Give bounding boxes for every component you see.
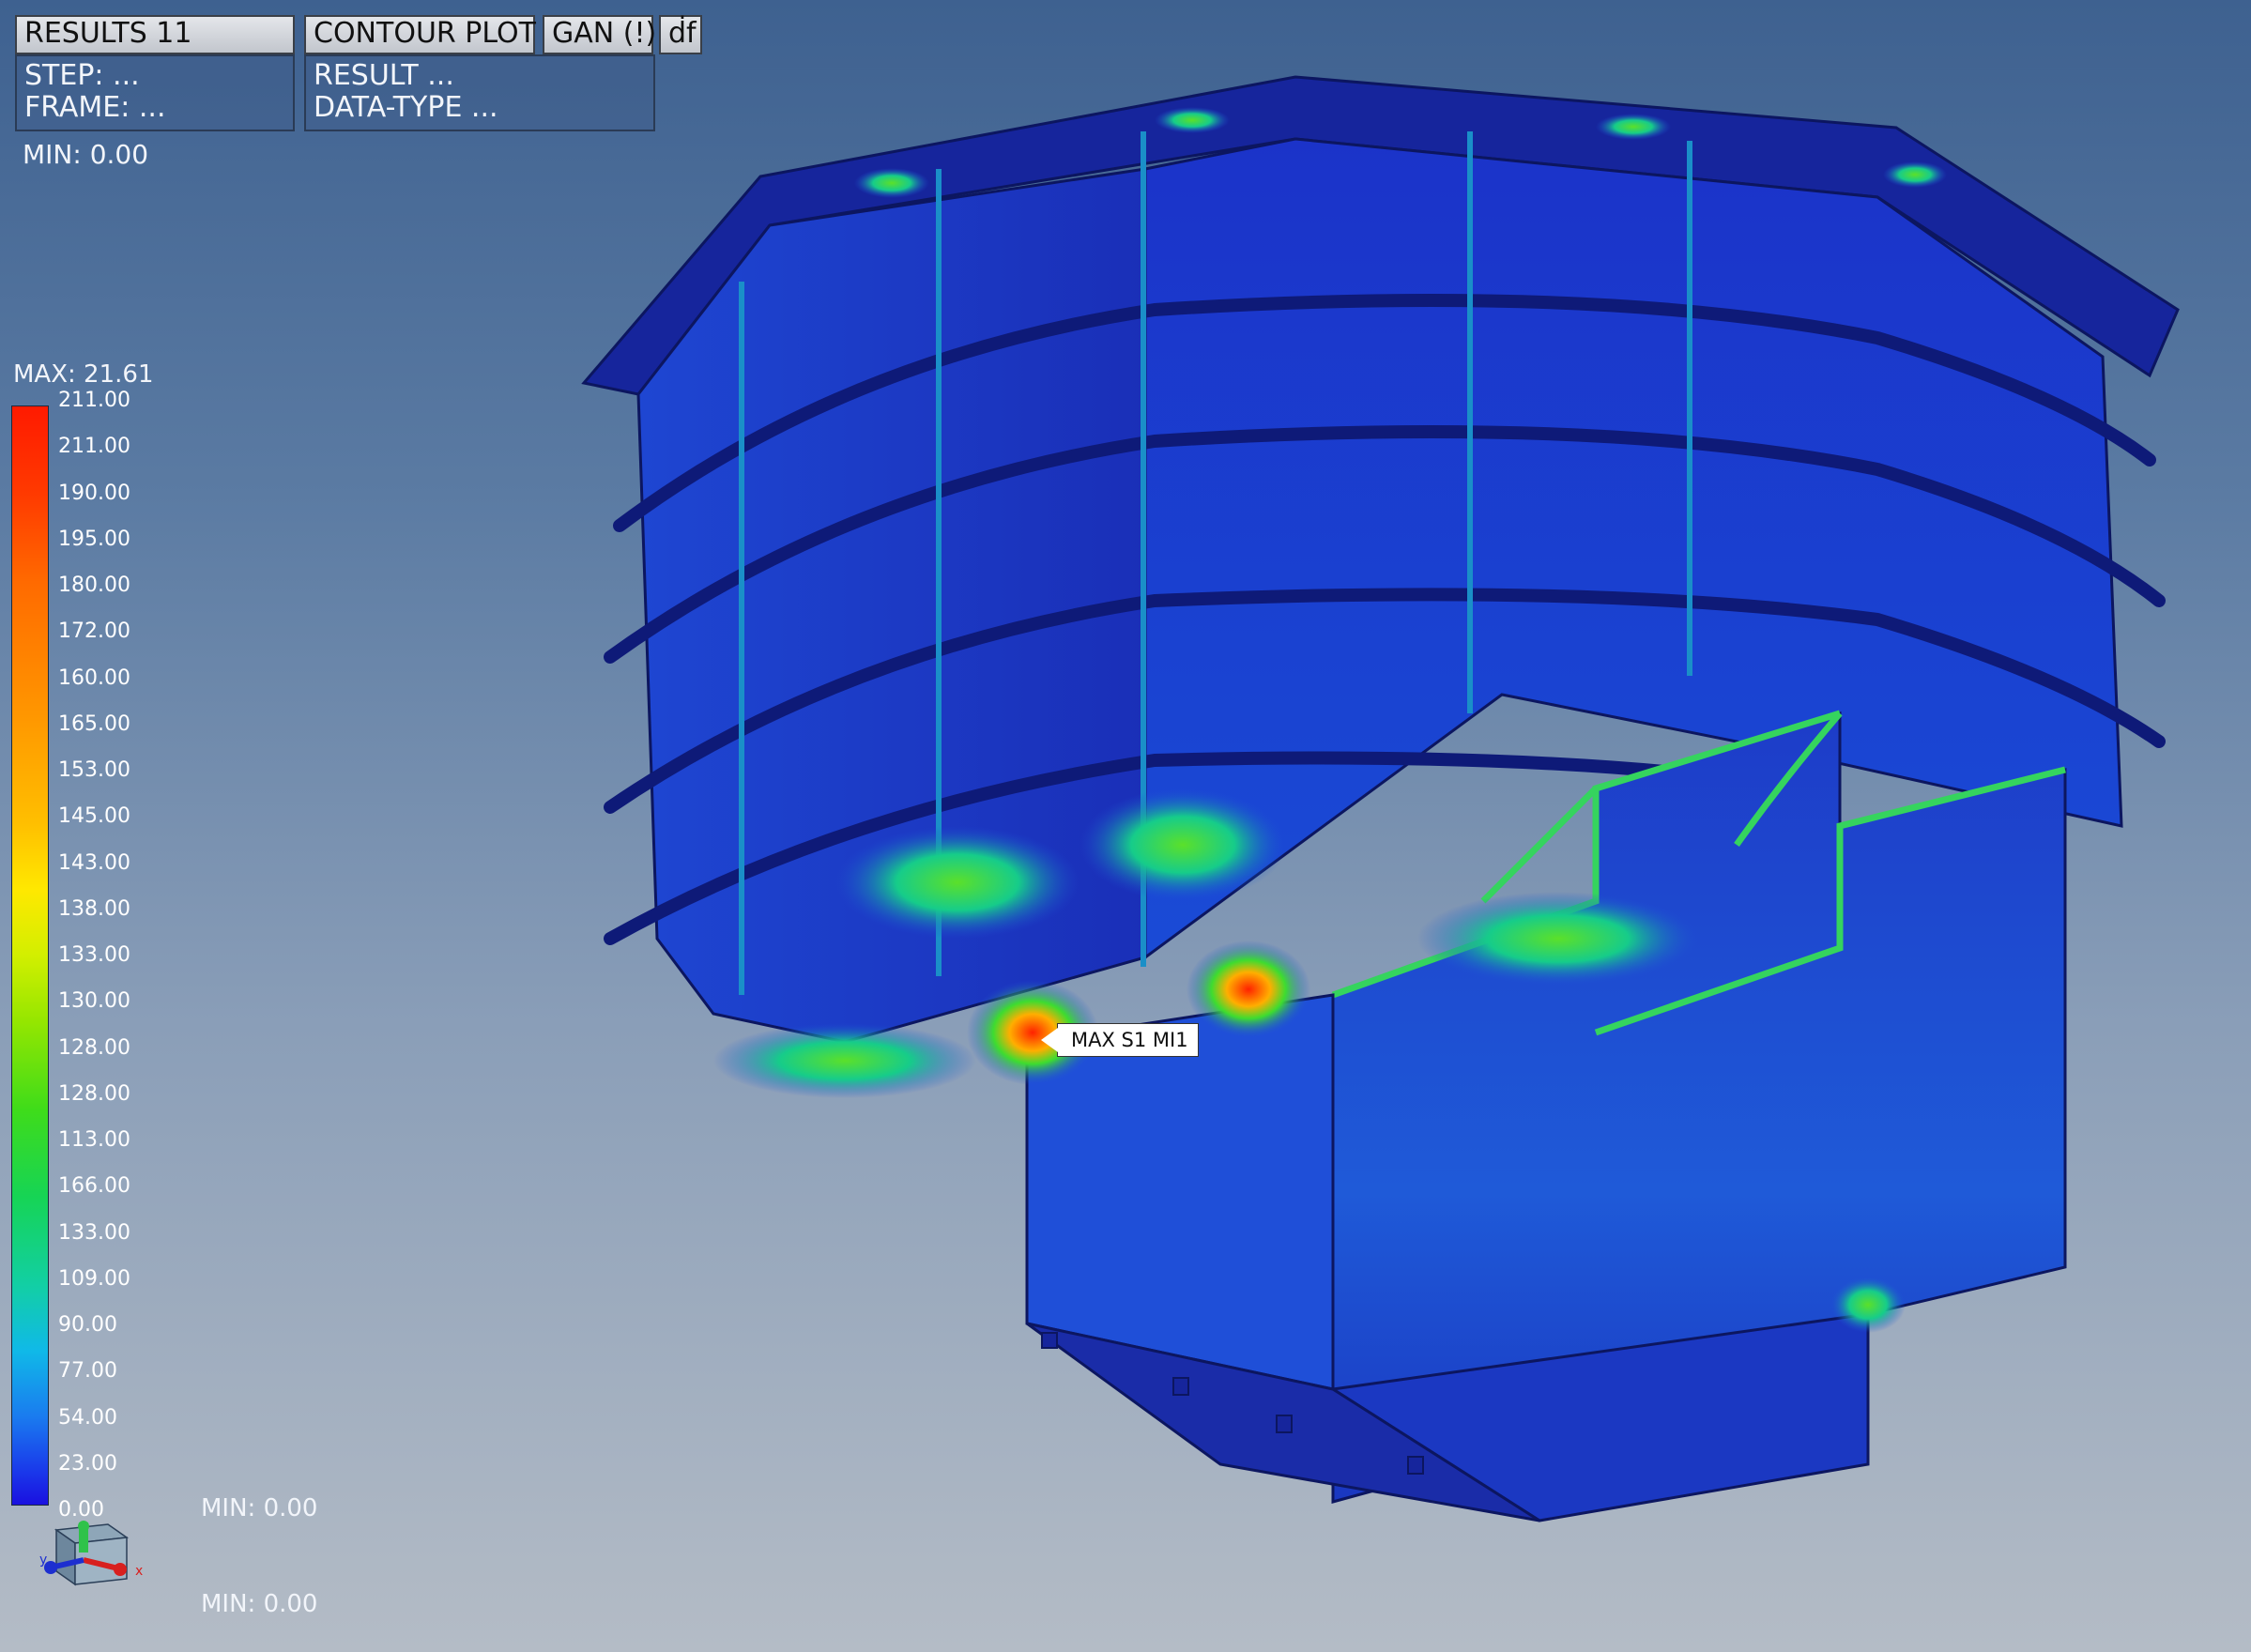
max-s1-callout: MAX S1 MI1 (1041, 1023, 1199, 1057)
fe-model-viewport[interactable] (0, 0, 2251, 1652)
